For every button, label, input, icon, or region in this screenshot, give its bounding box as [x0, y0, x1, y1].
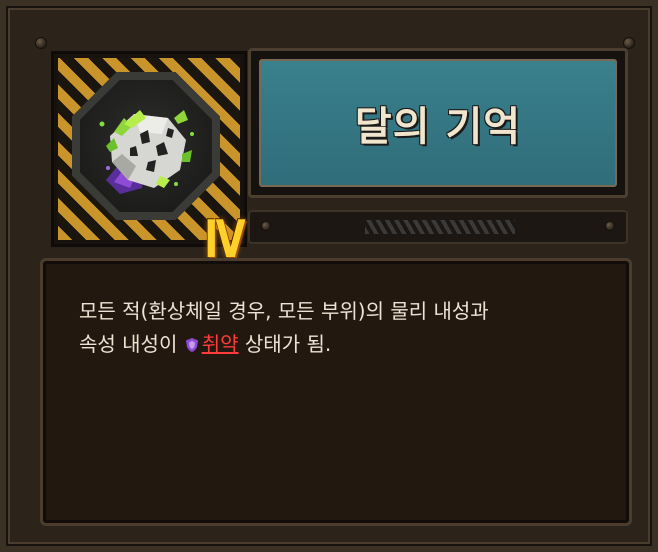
rivet	[262, 222, 270, 230]
description-line-2-suffix: 상태가 됨.	[244, 332, 332, 356]
shield-icon	[185, 338, 198, 352]
bar-stripes	[365, 220, 515, 234]
rivet	[36, 38, 46, 48]
description-line-1: 모든 적(환상체일 경우, 모든 부위)의 물리 내성과	[79, 299, 489, 323]
decorative-bar	[248, 210, 628, 244]
rivet	[624, 38, 634, 48]
title-plate: 달의 기억	[248, 48, 628, 198]
title-inner: 달의 기억	[259, 59, 617, 187]
description-panel: 모든 적(환상체일 경우, 모든 부위)의 물리 내성과 속성 내성이 취약 상…	[40, 258, 632, 526]
description-line-2: 속성 내성이 취약 상태가 됨.	[79, 328, 599, 361]
card-frame: IV 달의 기억 모든 적(환상체일 경우, 모든 부위)의 물리 내성과 속성…	[0, 0, 658, 552]
vulnerable-status-link[interactable]: 취약	[202, 332, 239, 356]
item-badge: IV	[51, 51, 247, 266]
rivet	[606, 222, 614, 230]
item-title: 달의 기억	[354, 104, 522, 150]
description-line-2-prefix: 속성 내성이	[79, 332, 178, 356]
moon-ore-crystal-icon	[99, 110, 194, 194]
description-text: 모든 적(환상체일 경우, 모든 부위)의 물리 내성과 속성 내성이 취약 상…	[79, 295, 599, 361]
